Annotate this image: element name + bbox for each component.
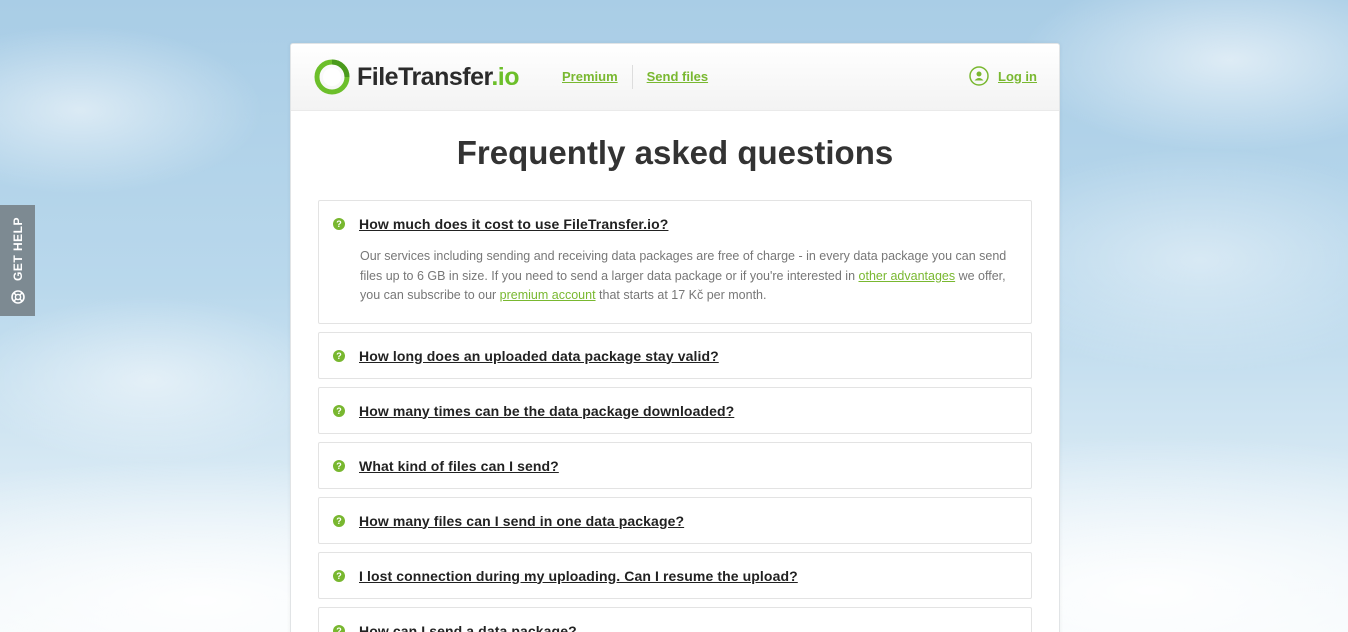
logo-text: FileTransfer.io (357, 62, 520, 92)
question-icon: ? (333, 218, 345, 230)
lifebuoy-icon (10, 289, 25, 304)
other-advantages-link[interactable]: other advantages (859, 269, 956, 283)
get-help-label: GET HELP (10, 217, 25, 282)
faq-item[interactable]: ? How much does it cost to use FileTrans… (318, 200, 1032, 324)
nav-send-files-link[interactable]: Send files (633, 65, 722, 89)
faq-question-row[interactable]: ? How long does an uploaded data package… (333, 347, 1017, 365)
question-icon: ? (333, 514, 345, 527)
faq-question-row[interactable]: ? I lost connection during my uploading.… (333, 567, 1017, 585)
faq-question[interactable]: How long does an uploaded data package s… (359, 348, 719, 364)
main-nav: Premium Send files (562, 44, 722, 110)
premium-account-link[interactable]: premium account (500, 288, 596, 302)
faq-question-row[interactable]: ? How many times can be the data package… (333, 402, 1017, 420)
faq-question[interactable]: How many files can I send in one data pa… (359, 513, 684, 529)
get-help-tab[interactable]: GET HELP (0, 205, 35, 316)
faq-question[interactable]: How much does it cost to use FileTransfe… (359, 216, 668, 232)
question-icon: ? (333, 569, 345, 582)
faq-question[interactable]: How many times can be the data package d… (359, 403, 734, 419)
question-icon: ? (333, 349, 345, 362)
faq-item[interactable]: ? How can I send a data package? (318, 606, 1032, 632)
faq-item[interactable]: ? How many times can be the data package… (318, 386, 1032, 434)
question-icon: ? (333, 459, 345, 472)
faq-question[interactable]: What kind of files can I send? (359, 458, 559, 474)
question-icon: ? (333, 624, 345, 632)
faq-question[interactable]: How can I send a data package? (359, 623, 577, 632)
login-area[interactable]: Log in (969, 66, 1037, 86)
faq-item[interactable]: ? How many files can I send in one data … (318, 496, 1032, 544)
faq-item[interactable]: ? What kind of files can I send? (318, 441, 1032, 489)
user-icon[interactable] (969, 66, 989, 86)
logo[interactable]: FileTransfer.io (314, 59, 520, 95)
faq-item[interactable]: ? How long does an uploaded data package… (318, 331, 1032, 379)
nav-premium-link[interactable]: Premium (562, 65, 632, 89)
login-link[interactable]: Log in (998, 69, 1037, 84)
faq-answer-text: that starts at 17 Kč per month. (595, 288, 767, 302)
logo-text-main: FileTransfer (357, 62, 492, 91)
page-title: Frequently asked questions (456, 134, 894, 171)
faq-question-row[interactable]: ? How much does it cost to use FileTrans… (333, 215, 1017, 233)
logo-text-suffix: .io (491, 62, 520, 91)
faq-item[interactable]: ? I lost connection during my uploading.… (318, 551, 1032, 599)
question-icon: ? (333, 404, 345, 417)
logo-ring-icon (314, 59, 350, 95)
faq-question-row[interactable]: ? How can I send a data package? (333, 622, 1017, 632)
main-card: FileTransfer.io Premium Send files Log i… (290, 43, 1060, 632)
faq-question-row[interactable]: ? What kind of files can I send? (333, 457, 1017, 475)
faq-answer: Our services including sending and recei… (360, 247, 1017, 306)
top-bar: FileTransfer.io Premium Send files Log i… (291, 44, 1059, 111)
faq-question[interactable]: I lost connection during my uploading. C… (359, 568, 798, 584)
faq-question-row[interactable]: ? How many files can I send in one data … (333, 512, 1017, 530)
faq-list: ? How much does it cost to use FileTrans… (291, 200, 1059, 632)
